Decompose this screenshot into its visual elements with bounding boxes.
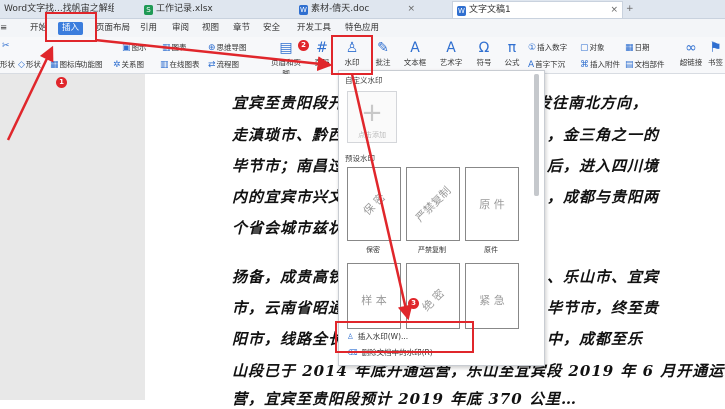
spreadsheet-icon: S xyxy=(144,5,153,15)
menu-chapter[interactable]: 章节 xyxy=(233,22,250,35)
chart-icon: ▥ xyxy=(160,60,169,70)
tab-active-doc[interactable]: W 文字文稿1 × xyxy=(452,1,623,18)
menu-reference[interactable]: 引用 xyxy=(140,22,157,35)
flowchart-button[interactable]: ⇄流程图 xyxy=(208,59,239,70)
preset-watermark-header: 预设水印 xyxy=(345,154,375,163)
dropcap-button[interactable]: A首字下沉 xyxy=(528,59,565,70)
chart-button[interactable]: ▥图表 xyxy=(162,42,187,53)
dropdown-scrollbar[interactable] xyxy=(534,74,539,196)
doc-line: 扬备，成贵高铁 xyxy=(232,268,345,286)
watermark-caption: 原件 xyxy=(484,246,498,254)
document-icon: W xyxy=(457,6,466,16)
omega-icon: Ω xyxy=(478,40,490,56)
textbox-icon: A xyxy=(410,40,420,56)
menu-page-layout[interactable]: 页面布局 xyxy=(96,22,130,35)
doc-line: 走滇琐市、黔西 xyxy=(232,126,345,144)
add-custom-watermark-tile[interactable]: + 点击添加 xyxy=(347,91,397,143)
watermark-preset-tile[interactable]: 紧 急 xyxy=(465,263,519,329)
doc-line: 市，云南省昭通 xyxy=(232,299,345,317)
textbox-button[interactable]: A 文本框 xyxy=(400,39,430,68)
mindmap-icon: ⊕ xyxy=(208,43,216,53)
bar-chart-icon: ▥ xyxy=(162,43,171,53)
shapes-button[interactable]: ◇形状 xyxy=(18,59,41,70)
pi-icon: π xyxy=(507,40,517,56)
step-badge: 3 xyxy=(408,298,419,309)
shape-icon: ◇ xyxy=(18,60,25,70)
tab-xlsx[interactable]: S 工作记录.xlsx xyxy=(140,1,264,17)
step-badge: 2 xyxy=(298,40,309,51)
flowchart-icon: ⇄ xyxy=(208,60,216,70)
relation-icon: ✲ xyxy=(113,60,121,70)
plus-icon: + xyxy=(361,98,383,128)
relation-graph-button[interactable]: ✲关系图 xyxy=(113,59,144,70)
doc-parts-button[interactable]: ▤文档部件 xyxy=(625,59,665,70)
watermark-caption: 严禁复制 xyxy=(418,246,446,254)
doc-line: 营，宜宾至贵阳段预计 2019 年底 370 公里… xyxy=(232,390,577,408)
symbol-button[interactable]: Ω 符号 xyxy=(472,39,496,68)
menu-review[interactable]: 审阅 xyxy=(172,22,189,35)
doc-line: 毕节市；南昌过 xyxy=(232,157,345,175)
number-icon: ① xyxy=(528,43,537,53)
menu-special[interactable]: 特色应用 xyxy=(345,22,379,35)
diagram-button[interactable]: ▣图示 xyxy=(122,42,147,53)
watermark-caption: 保密 xyxy=(366,246,380,254)
doc-line: 、乐山市、宜宾 xyxy=(547,268,660,286)
formula-button[interactable]: π 公式 xyxy=(500,39,524,68)
feature-graph-button[interactable]: 功能图 xyxy=(80,59,103,70)
wordart-button[interactable]: A 艺术字 xyxy=(436,39,466,68)
wordart-icon: A xyxy=(446,40,456,56)
bookmark-button[interactable]: ⚑ 书签 xyxy=(706,39,725,68)
new-tab-icon[interactable]: + xyxy=(622,1,640,17)
custom-watermark-header: 自定义水印 xyxy=(345,76,383,85)
comment-icon: ✎ xyxy=(377,40,389,56)
menu-developer[interactable]: 开发工具 xyxy=(297,22,331,35)
menu-security[interactable]: 安全 xyxy=(263,22,280,35)
menu-icon[interactable]: ≡ xyxy=(0,22,12,35)
watermark-preset-tile[interactable]: 样 本 xyxy=(347,263,401,329)
watermark-preset-tile[interactable]: 保 密 xyxy=(347,167,401,241)
comment-button[interactable]: ✎ 批注 xyxy=(372,39,394,68)
watermark-preset-tile[interactable]: 原 件 xyxy=(465,167,519,241)
watermark-preset-tile[interactable]: 绝 密 xyxy=(406,263,460,329)
icon-library-button[interactable]: ▦图标库 xyxy=(50,59,82,70)
diagram-icon: ▣ xyxy=(122,43,131,53)
tab-doc[interactable]: W 素材-倩天.doc × xyxy=(295,1,419,17)
doc-line: ，金三角之一的 xyxy=(547,126,660,144)
doc-line: ，成都与贵阳两 xyxy=(547,188,660,206)
doc-line: 宜宾至贵阳段开 xyxy=(232,94,345,112)
bookmark-icon: ⚑ xyxy=(709,40,722,56)
attachment-button[interactable]: ⌘插入附件 xyxy=(580,59,620,70)
calendar-icon: ▦ xyxy=(625,43,634,53)
library-icon: ▦ xyxy=(50,60,59,70)
link-icon: ∞ xyxy=(685,40,697,56)
object-icon: ▢ xyxy=(580,43,589,53)
title-bar: Word文字找...找帆宙之解组 S 工作记录.xlsx W 素材-倩天.doc ×… xyxy=(0,0,725,19)
date-button[interactable]: ▦日期 xyxy=(625,42,650,53)
dropcap-icon: A xyxy=(528,60,535,70)
parts-icon: ▤ xyxy=(625,60,634,70)
doc-line: 阳市，线路全长 xyxy=(232,330,345,348)
scissors-icon[interactable]: ✂ xyxy=(2,41,11,51)
close-icon[interactable]: × xyxy=(610,2,618,18)
highlight-watermark-button xyxy=(331,35,373,75)
hyperlink-button[interactable]: ∞ 超链接 xyxy=(678,39,704,68)
close-icon[interactable]: × xyxy=(407,1,415,17)
document-icon: W xyxy=(299,5,308,15)
doc-line: 中，成都至乐 xyxy=(547,330,644,348)
mindmap-button[interactable]: ⊕思维导图 xyxy=(208,42,247,53)
object-button[interactable]: ▢对象 xyxy=(580,42,605,53)
step-badge: 1 xyxy=(56,77,67,88)
doc-line: 毕节市，终至贵 xyxy=(547,299,660,317)
doc-line: 后，进入四川境 xyxy=(547,157,660,175)
highlight-insert-watermark xyxy=(335,321,474,353)
shape-button[interactable]: 形状 xyxy=(0,59,15,70)
watermark-preset-tile[interactable]: 严禁复制 xyxy=(406,167,460,241)
doc-line: 个省会城市兹状 xyxy=(232,219,345,237)
insert-number-button[interactable]: ①插入数字 xyxy=(528,42,567,53)
attachment-icon: ⌘ xyxy=(580,60,589,70)
highlight-insert-tab xyxy=(45,12,97,42)
menu-view[interactable]: 视图 xyxy=(202,22,219,35)
online-chart-button[interactable]: ▥在线图表 xyxy=(160,59,200,70)
doc-line: 内的宜宾市兴文 xyxy=(232,188,345,206)
